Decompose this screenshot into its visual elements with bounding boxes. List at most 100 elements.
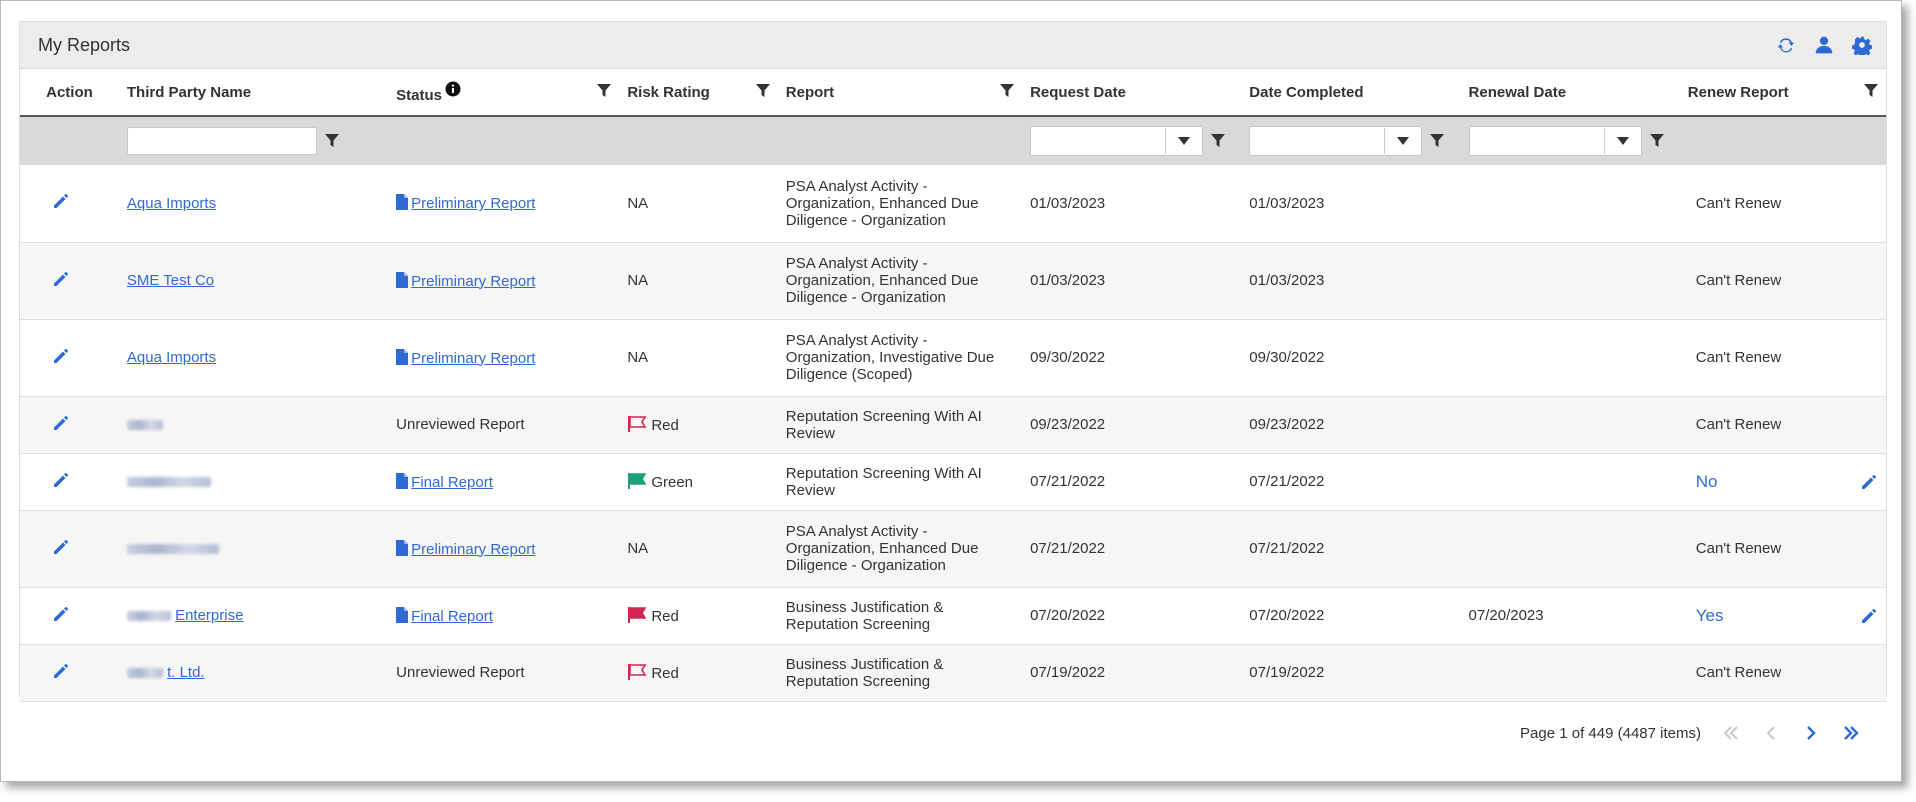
prev-page-icon[interactable]: [1761, 723, 1781, 743]
risk-text: NA: [627, 540, 649, 557]
col-label: Request Date: [1030, 83, 1126, 101]
first-page-icon[interactable]: [1721, 723, 1741, 743]
col-action: Action: [20, 69, 119, 117]
third-party-cell: [118, 453, 389, 511]
third-party-link[interactable]: SME Test Co: [127, 272, 214, 289]
filter-icon[interactable]: [1430, 134, 1445, 148]
status-link[interactable]: Final Report: [411, 474, 493, 491]
date-completed-cell: 01/03/2023: [1241, 165, 1461, 243]
date-completed-filter-input[interactable]: [1250, 128, 1385, 154]
filter-cell-empty: [1679, 116, 1886, 165]
third-party-link[interactable]: Enterprise: [175, 607, 243, 624]
document-icon: [396, 348, 409, 365]
reports-table: Action Third Party Name Status Risk Rati…: [20, 69, 1886, 702]
edit-icon[interactable]: [52, 471, 70, 489]
third-party-cell: Enterprise: [118, 587, 389, 645]
col-label: Third Party Name: [126, 83, 252, 101]
edit-icon[interactable]: [52, 347, 70, 365]
status-link[interactable]: Preliminary Report: [411, 541, 535, 558]
header-row: Action Third Party Name Status Risk Rati…: [20, 69, 1886, 117]
report-cell: PSA Analyst Activity - Organization, Enh…: [777, 165, 1023, 243]
third-party-link[interactable]: Aqua Imports: [127, 195, 216, 212]
filter-icon[interactable]: [1649, 134, 1664, 148]
user-icon[interactable]: [1812, 33, 1836, 57]
risk-cell: Red: [619, 396, 778, 454]
filter-cell-request-date: [1022, 116, 1242, 165]
renew-value: Can't Renew: [1695, 540, 1782, 557]
chevron-down-icon[interactable]: [1384, 128, 1421, 154]
third-party-cell: t. Ltd.: [118, 644, 389, 702]
last-page-icon[interactable]: [1841, 723, 1861, 743]
renew-value[interactable]: Yes: [1696, 606, 1724, 626]
col-renewal-date[interactable]: Renewal Date: [1460, 69, 1680, 117]
status-text: Unreviewed Report: [396, 664, 525, 681]
status-link[interactable]: Preliminary Report: [411, 195, 535, 212]
renew-report-cell: Can't Renew: [1679, 644, 1886, 702]
renewal-date-cell: [1460, 644, 1680, 702]
request-date-filter-input[interactable]: [1031, 128, 1166, 154]
filter-icon[interactable]: [1211, 134, 1226, 148]
chevron-down-icon[interactable]: [1603, 128, 1641, 154]
filter-icon[interactable]: [1864, 84, 1878, 98]
third-party-link[interactable]: t. Ltd.: [167, 664, 205, 681]
renewal-date-filter-input[interactable]: [1469, 128, 1604, 154]
third-party-filter-input[interactable]: [126, 127, 317, 155]
risk-cell: Green: [619, 453, 778, 511]
col-risk-rating[interactable]: Risk Rating: [619, 69, 778, 117]
info-icon[interactable]: [445, 81, 461, 97]
renew-value: Can't Renew: [1695, 416, 1782, 433]
refresh-icon[interactable]: [1774, 33, 1798, 57]
edit-renew-icon[interactable]: [1860, 607, 1878, 625]
edit-icon[interactable]: [52, 270, 70, 288]
request-date-text: 01/03/2023: [1030, 272, 1106, 289]
risk-cell: Red: [619, 644, 778, 702]
filter-icon[interactable]: [324, 134, 339, 148]
filter-cell-empty: [777, 116, 1023, 165]
edit-icon[interactable]: [52, 192, 70, 210]
risk-text: NA: [627, 272, 649, 289]
date-completed-text: 09/23/2022: [1249, 416, 1325, 433]
edit-renew-icon[interactable]: [1860, 473, 1878, 491]
request-date-text: 07/21/2022: [1030, 473, 1106, 490]
filter-icon[interactable]: [597, 84, 612, 98]
col-third-party-name[interactable]: Third Party Name: [118, 69, 389, 117]
gear-icon[interactable]: [1850, 33, 1874, 57]
renewal-date-cell: 07/20/2023: [1460, 587, 1680, 645]
col-renew-report[interactable]: Renew Report: [1679, 69, 1886, 117]
filter-icon[interactable]: [1000, 84, 1015, 98]
status-link[interactable]: Preliminary Report: [411, 273, 535, 290]
edit-icon[interactable]: [52, 662, 70, 680]
report-text: PSA Analyst Activity - Organization, Enh…: [785, 177, 979, 229]
date-completed-text: 07/20/2022: [1249, 607, 1325, 624]
renewal-date-cell: [1460, 453, 1680, 511]
table-row: Enterprise Final Report Red Business Justif…: [20, 587, 1886, 645]
table-row: Aqua Imports Preliminary Report NA PSA Anal…: [20, 319, 1886, 397]
request-date-cell: 07/21/2022: [1022, 510, 1242, 588]
third-party-link[interactable]: Aqua Imports: [127, 349, 216, 366]
renew-value[interactable]: No: [1696, 472, 1718, 492]
table-row: Aqua Imports Preliminary Report NA PSA Anal…: [20, 165, 1886, 243]
chevron-down-icon[interactable]: [1165, 128, 1202, 154]
request-date-cell: 07/20/2022: [1022, 587, 1242, 645]
date-completed-cell: 07/21/2022: [1241, 510, 1461, 588]
col-report[interactable]: Report: [777, 69, 1023, 117]
col-request-date[interactable]: Request Date: [1022, 69, 1242, 117]
edit-icon[interactable]: [52, 414, 70, 432]
col-status[interactable]: Status: [388, 69, 620, 117]
next-page-icon[interactable]: [1801, 723, 1821, 743]
edit-icon[interactable]: [52, 605, 70, 623]
filter-icon[interactable]: [755, 84, 770, 98]
status-link[interactable]: Final Report: [411, 608, 493, 625]
table-row: Preliminary Report NA PSA Analyst Activity…: [20, 510, 1886, 588]
renew-report-cell: Can't Renew: [1679, 242, 1886, 320]
report-cell: Reputation Screening With AI Review: [777, 453, 1023, 511]
request-date-cell: 09/23/2022: [1022, 396, 1242, 454]
edit-icon[interactable]: [52, 538, 70, 556]
date-completed-text: 07/21/2022: [1249, 473, 1325, 490]
col-date-completed[interactable]: Date Completed: [1241, 69, 1461, 117]
third-party-cell: [118, 510, 389, 588]
renewal-date-cell: [1460, 319, 1680, 397]
filter-cell-empty: [20, 116, 119, 165]
third-party-cell: Aqua Imports: [118, 165, 389, 243]
status-link[interactable]: Preliminary Report: [411, 350, 535, 367]
